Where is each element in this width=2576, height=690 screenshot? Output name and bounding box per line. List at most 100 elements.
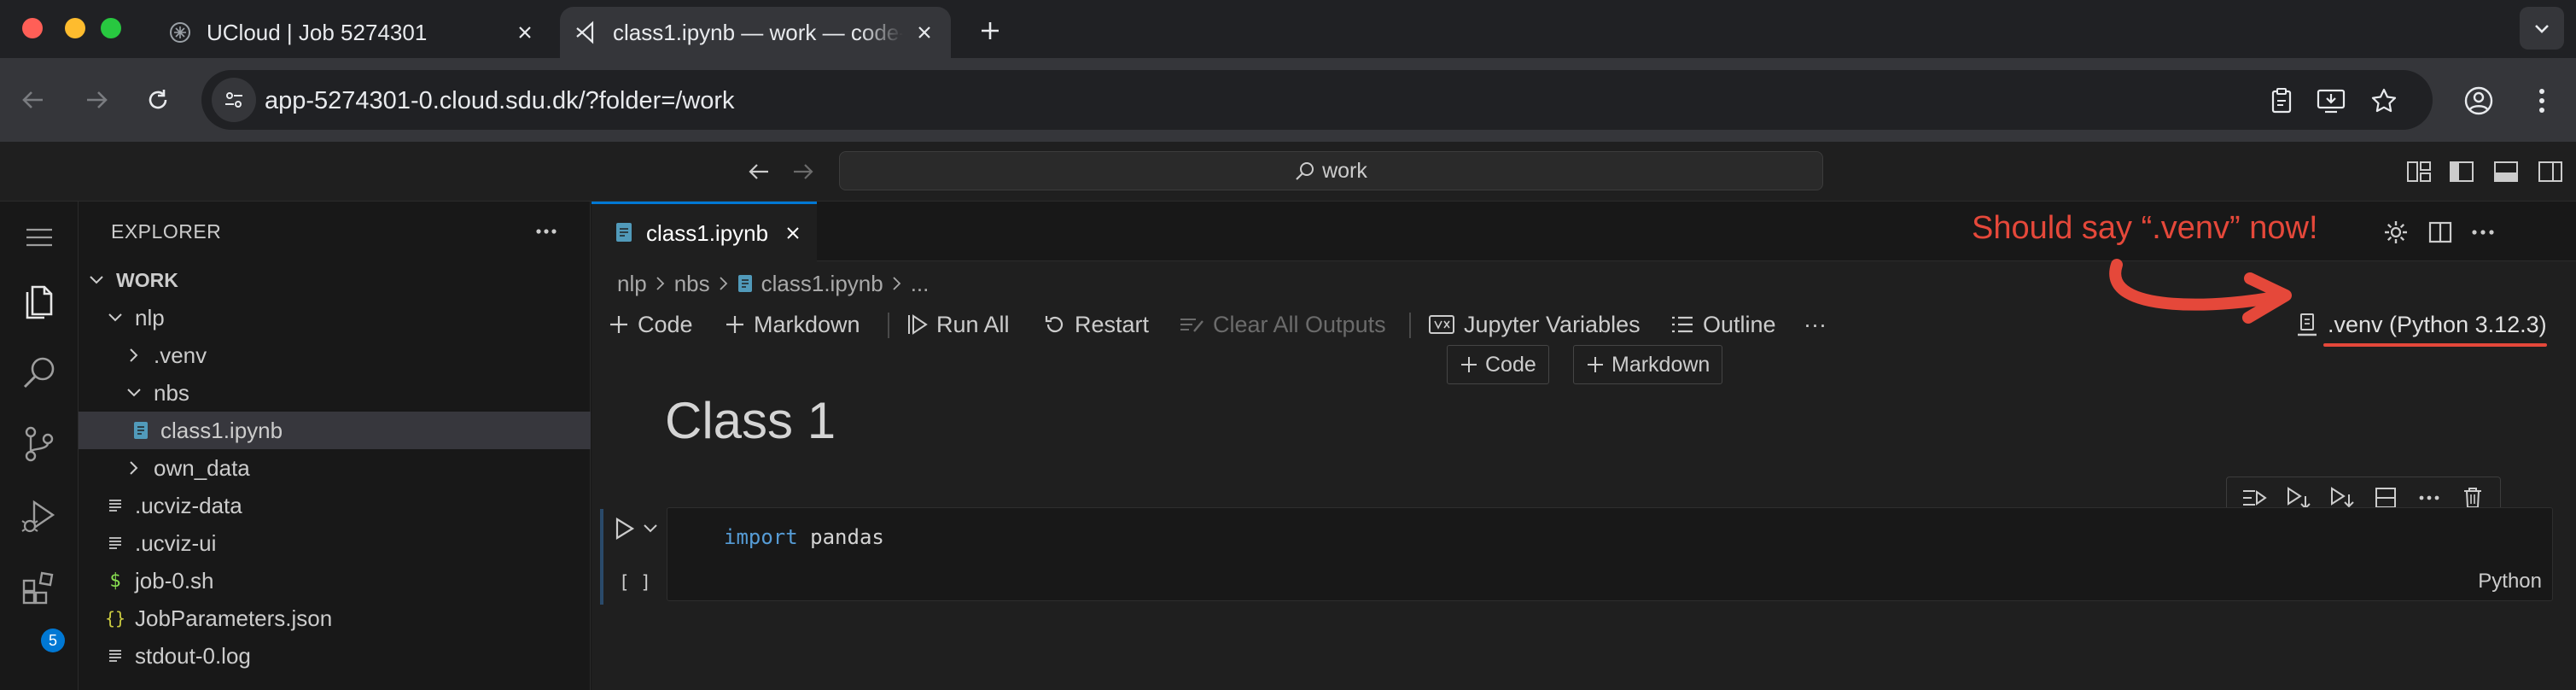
outline-button[interactable]: Outline [1670,301,1776,348]
profile-avatar-icon[interactable] [2462,84,2496,118]
extensions-icon[interactable] [0,552,79,623]
browser-tab-notebook[interactable]: class1.ipynb — work — code-s [560,7,951,58]
editor-tab-class1[interactable]: class1.ipynb [592,202,817,262]
tree-item-jobparameters-json[interactable]: {} JobParameters.json [79,599,591,637]
toggle-primary-sidebar-icon[interactable] [2448,159,2475,184]
markdown-heading[interactable]: Class 1 [665,391,836,450]
outline-icon [1670,314,1694,335]
tree-item-label: .venv [154,342,207,368]
source-control-icon[interactable] [0,408,79,480]
browser-toolbar: app-5274301-0.cloud.sdu.dk/?folder=/work [0,58,2576,142]
execution-count: [ ] [619,572,651,593]
annotation-arrow-icon [2109,259,2292,324]
toolbar-divider [1409,313,1411,338]
chevron-down-icon[interactable] [641,519,660,538]
button-label: Code [638,311,693,337]
tree-item-venv[interactable]: .venv [79,336,591,374]
breadcrumb: nlp nbs class1.ipynb ... [617,266,929,301]
vscode-favicon-icon [574,20,599,45]
tree-item-stdout-log[interactable]: stdout-0.log [79,637,591,675]
tree-item-ucviz-data[interactable]: .ucviz-data [79,487,591,524]
more-label: ··· [1804,311,1827,337]
tab-search-button[interactable] [2520,7,2564,50]
search-icon[interactable] [0,336,79,408]
add-code-cell-button[interactable]: Code [609,301,693,348]
browser-tab-ucloud[interactable]: UCloud | Job 5274301 [167,7,551,58]
breadcrumb-item[interactable]: nlp [617,271,647,297]
back-button[interactable] [15,82,51,118]
workspace-root[interactable]: WORK [79,261,591,299]
command-center-search[interactable]: work [839,151,1823,190]
window-close-button[interactable] [22,18,43,38]
close-icon[interactable] [782,222,804,244]
tree-item-label: class1.ipynb [160,417,283,443]
chevron-right-icon [892,276,902,291]
install-app-icon[interactable] [2317,86,2346,115]
site-info-icon[interactable] [212,78,256,122]
address-bar[interactable]: app-5274301-0.cloud.sdu.dk/?folder=/work [201,70,2433,130]
run-debug-icon[interactable] [0,480,79,552]
tree-item-job-sh[interactable]: $ job-0.sh [79,562,591,599]
insert-markdown-cell-button[interactable]: Markdown [1573,345,1723,384]
clipboard-icon[interactable] [2267,86,2296,115]
tree-item-nbs[interactable]: nbs [79,374,591,412]
tree-item-label: job-0.sh [135,567,214,594]
chevron-right-icon [123,344,145,366]
gear-icon[interactable] [2382,219,2410,246]
close-icon[interactable] [512,20,538,45]
add-markdown-cell-button[interactable]: Markdown [725,301,860,348]
editor-tab-label: class1.ipynb [646,219,769,246]
button-label: Outline [1703,311,1776,337]
variables-icon [1428,313,1455,336]
tree-item-class1-ipynb[interactable]: class1.ipynb [79,412,591,449]
breadcrumb-item[interactable]: class1.ipynb [761,271,883,297]
run-all-button[interactable]: Run All [907,301,1010,348]
chevron-down-icon [104,307,126,329]
chevron-right-icon [123,457,145,479]
close-icon[interactable] [912,20,937,45]
tab-title: UCloud | Job 5274301 [207,19,428,45]
toolbar-more-button[interactable]: ··· [1804,301,1827,348]
jupyter-variables-button[interactable]: Jupyter Variables [1428,301,1641,348]
customize-layout-icon[interactable] [2405,159,2433,184]
json-file-icon: {} [104,608,126,629]
tree-item-label: nbs [154,379,189,406]
breadcrumb-item[interactable]: ... [911,271,930,297]
split-editor-icon[interactable] [2427,219,2454,246]
new-tab-button[interactable] [973,14,1007,48]
explorer-icon[interactable] [0,265,79,336]
restart-button[interactable]: Restart [1044,301,1149,348]
cell-language-label[interactable]: Python [2478,570,2542,594]
kernel-label: .venv (Python 3.12.3) [2328,311,2547,337]
toggle-panel-icon[interactable] [2492,159,2520,184]
window-maximize-button[interactable] [101,18,121,38]
toolbar-divider [888,313,889,338]
browser-menu-icon[interactable] [2525,84,2559,118]
tree-item-own-data[interactable]: own_data [79,449,591,487]
clear-all-outputs-button[interactable]: Clear All Outputs [1179,301,1386,348]
tree-item-nlp[interactable]: nlp [79,299,591,336]
go-back-icon[interactable] [744,157,773,186]
tree-item-label: .ucviz-ui [135,529,217,556]
toggle-secondary-sidebar-icon[interactable] [2537,159,2564,184]
text-file-icon [104,645,126,667]
tree-item-ucviz-ui[interactable]: .ucviz-ui [79,524,591,562]
forward-button[interactable] [79,82,114,118]
more-actions-icon[interactable] [2469,219,2497,246]
bookmark-star-icon[interactable] [2369,86,2398,115]
window-minimize-button[interactable] [65,18,85,38]
reload-button[interactable] [140,82,176,118]
menu-icon[interactable] [0,202,79,273]
tab-title: class1.ipynb — work — code-s [613,19,903,45]
insert-code-cell-button[interactable]: Code [1447,345,1549,384]
code-text: pandas [797,525,884,549]
run-cell-icon[interactable] [612,516,638,541]
kernel-picker[interactable]: .venv (Python 3.12.3) [2297,301,2547,348]
breadcrumb-item[interactable]: nbs [674,271,710,297]
plus-icon [1460,355,1478,374]
code-cell-editor[interactable]: import pandas Python [667,507,2553,601]
more-actions-icon[interactable] [531,219,562,244]
button-label: Restart [1075,311,1150,337]
restart-icon [1044,313,1066,336]
go-forward-icon[interactable] [789,157,818,186]
